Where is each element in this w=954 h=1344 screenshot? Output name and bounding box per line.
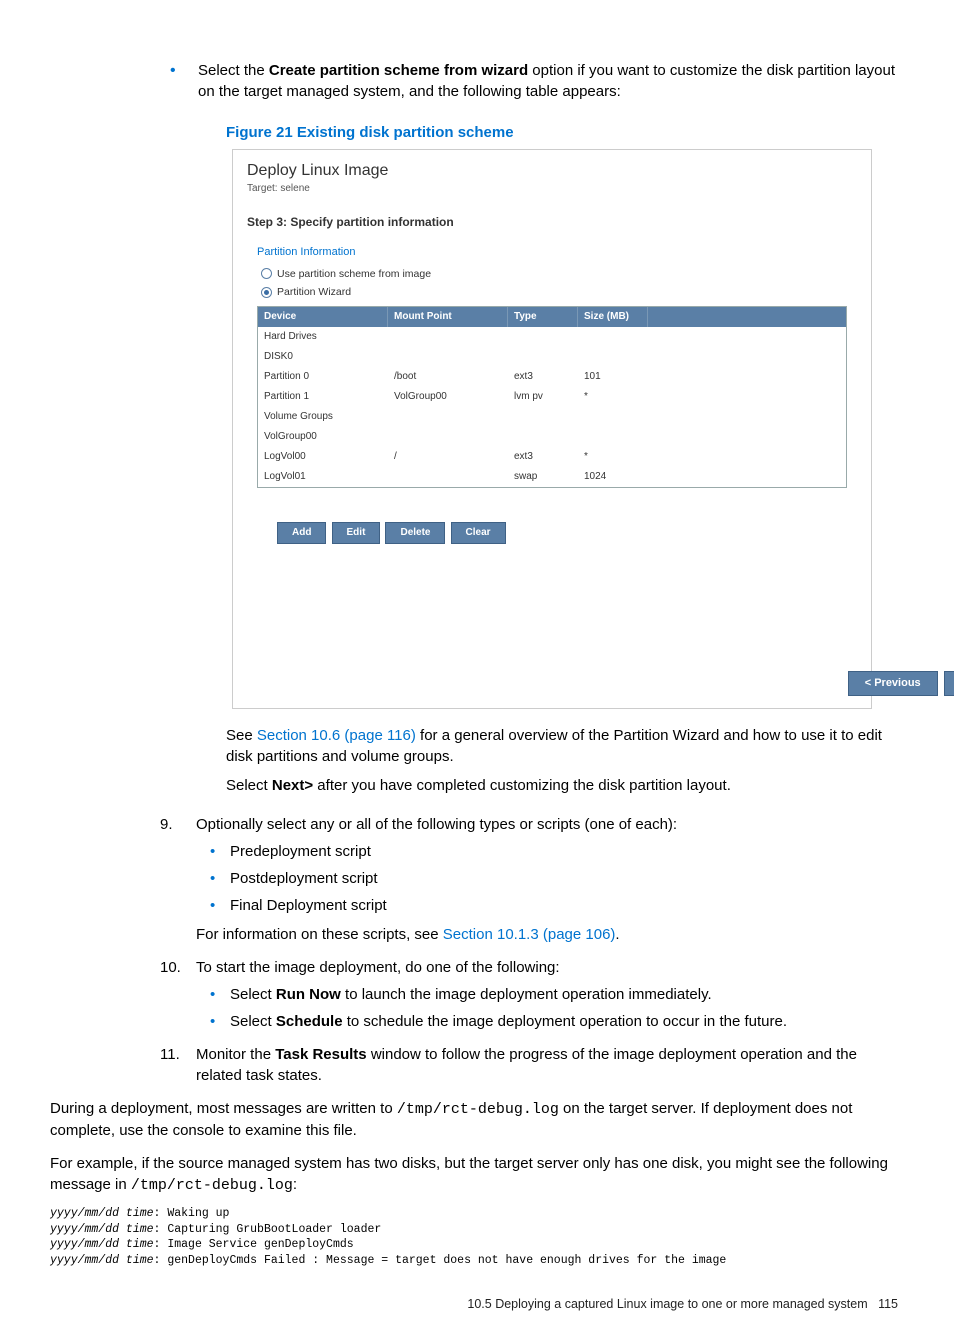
row-harddrives[interactable]: Hard Drives (258, 327, 846, 347)
steps-list: 9. Optionally select any or all of the f… (150, 814, 904, 1086)
step-10: 10. To start the image deployment, do on… (150, 957, 904, 1032)
row-disk0[interactable]: DISK0 (258, 347, 846, 367)
partition-table-header: Device Mount Point Type Size (MB) (258, 307, 846, 327)
step-10-options: Select Run Now to launch the image deplo… (196, 984, 904, 1032)
radio-unchecked-icon (261, 268, 272, 279)
partition-button-row: Add Edit Delete Clear (277, 522, 857, 544)
partition-table: Device Mount Point Type Size (MB) Hard D… (257, 306, 847, 488)
step-11: 11. Monitor the Task Results window to f… (150, 1044, 904, 1086)
clear-button[interactable]: Clear (451, 522, 506, 544)
step-9-scripts: Predeployment script Postdeployment scri… (196, 841, 904, 916)
intro-text-bold: Create partition scheme from wizard (269, 62, 528, 79)
ss-target: Target: selene (247, 182, 857, 196)
step-9: 9. Optionally select any or all of the f… (150, 814, 904, 945)
radio-checked-icon (261, 287, 272, 298)
intro-bullet-list: Select the Create partition scheme from … (150, 60, 904, 102)
script-postdeploy: Postdeployment script (230, 868, 904, 889)
ss-title: Deploy Linux Image (247, 160, 857, 182)
page-number: 115 (878, 1297, 898, 1311)
partition-table-body: Hard Drives DISK0 Partition 0 /boot ext3… (258, 327, 846, 487)
add-button[interactable]: Add (277, 522, 326, 544)
edit-button[interactable]: Edit (332, 522, 381, 544)
link-section-10-6[interactable]: Section 10.6 (page 116) (257, 727, 416, 744)
row-volgroup00[interactable]: VolGroup00 (258, 427, 846, 447)
radio-option-wizard[interactable]: Partition Wizard (261, 285, 857, 300)
script-finaldeploy: Final Deployment script (230, 895, 904, 916)
log-block: yyyy/mm/dd time: Waking up yyyy/mm/dd ti… (50, 1206, 904, 1268)
radio-label-1: Use partition scheme from image (277, 267, 431, 282)
body-p2: For example, if the source managed syste… (50, 1153, 904, 1196)
radio-label-2: Partition Wizard (277, 285, 351, 300)
ss-section-heading: Partition Information (257, 245, 857, 260)
intro-text-prefix: Select the (198, 62, 269, 79)
after-fig-p2: Select Next> after you have completed cu… (150, 775, 904, 796)
intro-bullet: Select the Create partition scheme from … (198, 60, 904, 102)
row-partition1[interactable]: Partition 1 VolGroup00 lvm pv * (258, 387, 846, 407)
wizard-nav: < Previous Next > (848, 671, 954, 696)
delete-button[interactable]: Delete (385, 522, 445, 544)
previous-button[interactable]: < Previous (848, 671, 938, 696)
page-footer: 10.5 Deploying a captured Linux image to… (50, 1296, 904, 1314)
ss-step-heading: Step 3: Specify partition information (247, 214, 857, 231)
th-mount: Mount Point (388, 307, 508, 327)
after-fig-p1: See Section 10.6 (page 116) for a genera… (150, 725, 904, 767)
option-schedule: Select Schedule to schedule the image de… (230, 1011, 904, 1032)
footer-text: 10.5 Deploying a captured Linux image to… (467, 1297, 867, 1311)
body-p1: During a deployment, most messages are w… (50, 1098, 904, 1141)
row-logvol01[interactable]: LogVol01 swap 1024 (258, 467, 846, 487)
row-logvol00[interactable]: LogVol00 / ext3 * (258, 447, 846, 467)
partition-screenshot: Deploy Linux Image Target: selene Step 3… (232, 149, 872, 709)
th-type: Type (508, 307, 578, 327)
script-predeploy: Predeployment script (230, 841, 904, 862)
option-run-now: Select Run Now to launch the image deplo… (230, 984, 904, 1005)
row-partition0[interactable]: Partition 0 /boot ext3 101 (258, 367, 846, 387)
step-9-after: For information on these scripts, see Se… (196, 924, 904, 945)
radio-option-image-scheme[interactable]: Use partition scheme from image (261, 267, 857, 282)
row-volumegroups[interactable]: Volume Groups (258, 407, 846, 427)
th-device: Device (258, 307, 388, 327)
figure-caption: Figure 21 Existing disk partition scheme (150, 122, 904, 143)
th-size: Size (MB) (578, 307, 648, 327)
next-button[interactable]: Next > (944, 671, 954, 696)
link-section-10-1-3[interactable]: Section 10.1.3 (page 106) (443, 926, 616, 943)
